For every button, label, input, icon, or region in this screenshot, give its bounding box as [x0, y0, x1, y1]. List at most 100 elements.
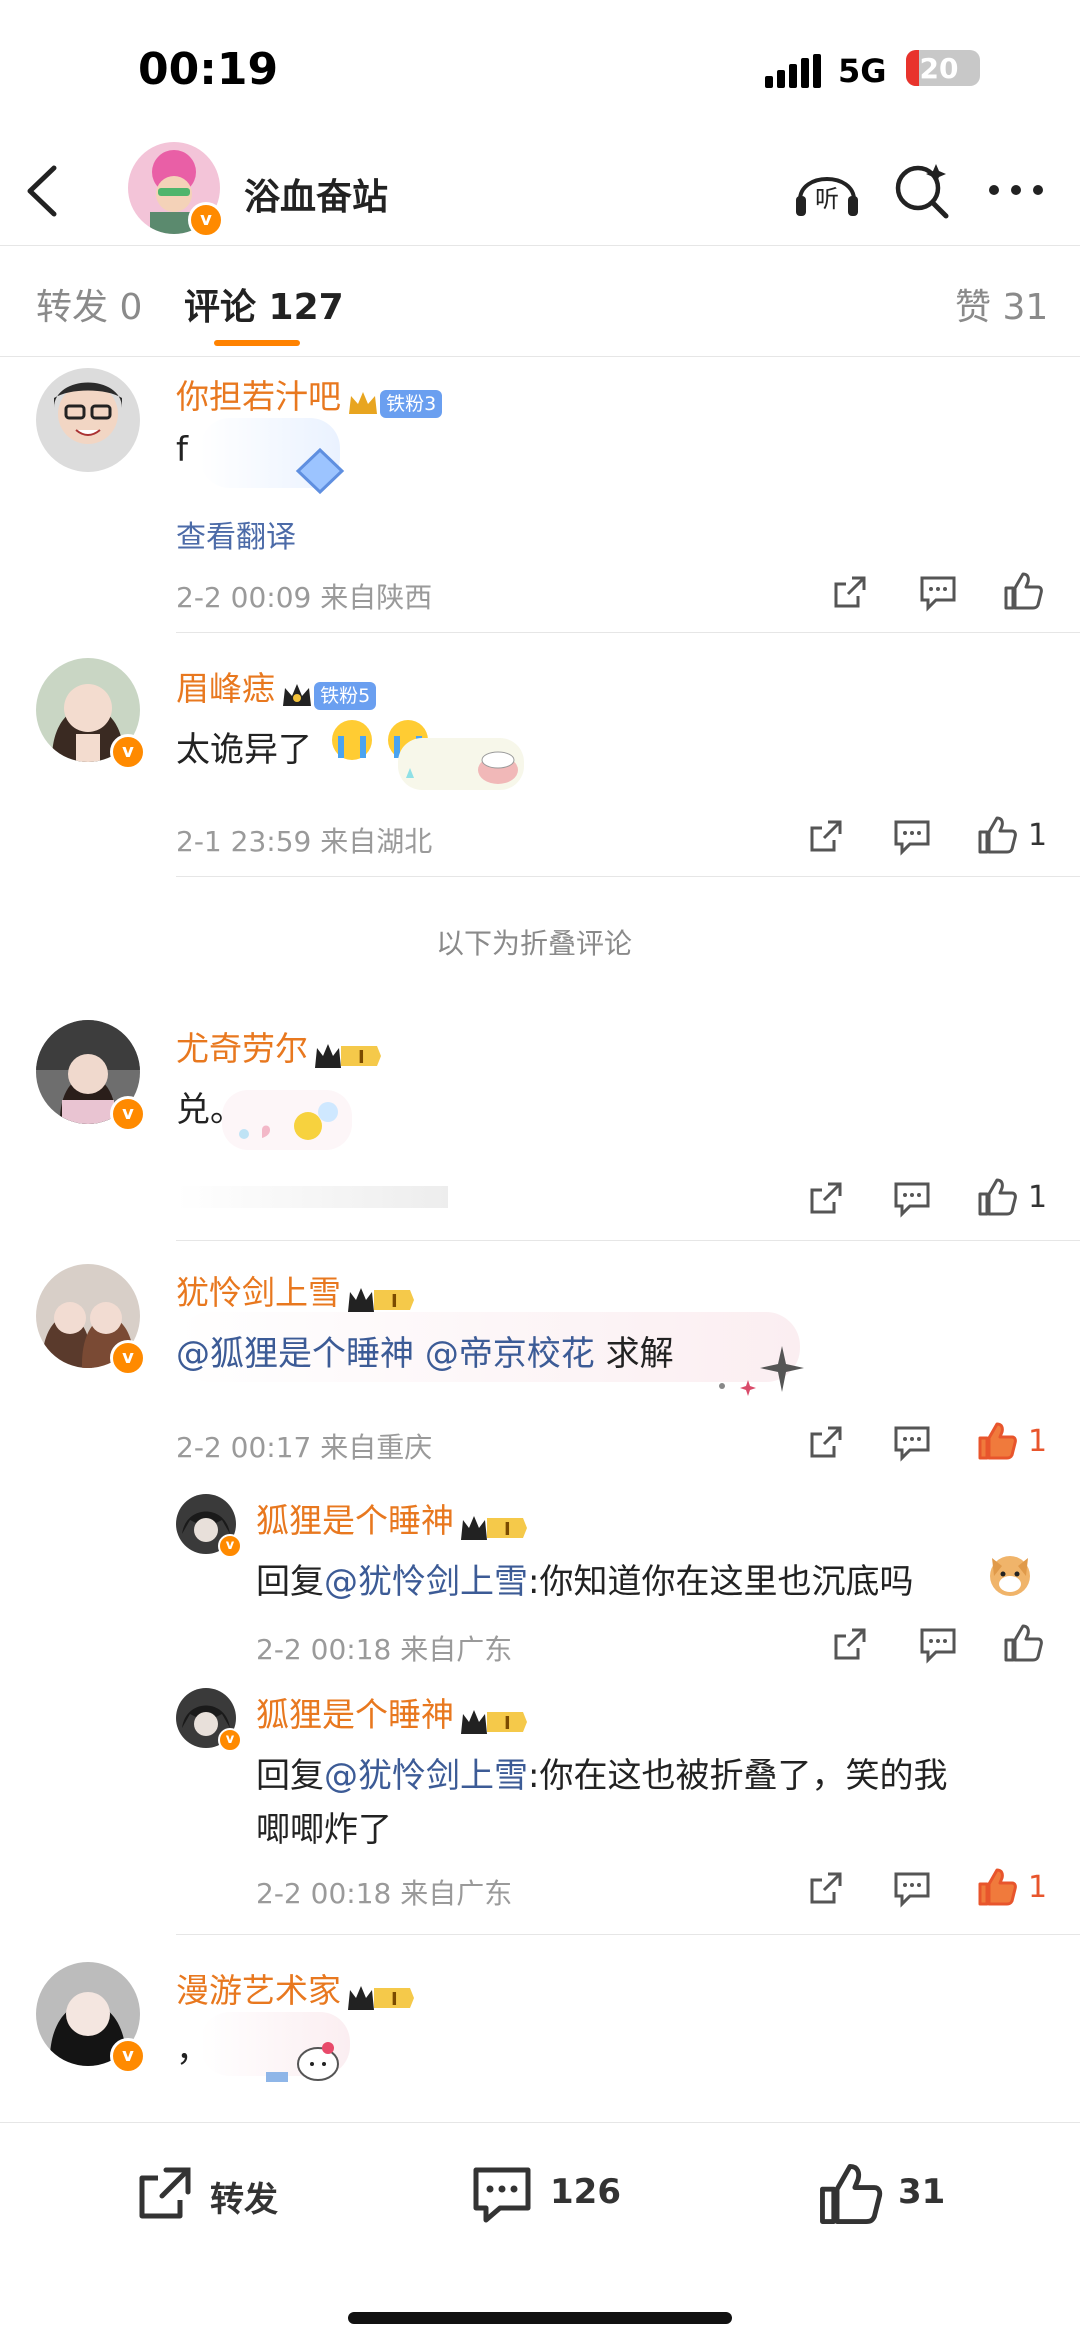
username[interactable]: 尤奇劳尔 [176, 1029, 308, 1068]
share-icon[interactable] [806, 1178, 846, 1218]
crown-level-badge-icon: I [461, 1515, 528, 1540]
reply-prefix: 回复 [256, 1756, 324, 1796]
svg-text:I: I [391, 1291, 398, 1312]
verified-badge-icon: v [188, 202, 224, 238]
username[interactable]: 狐狸是个睡神 [256, 1695, 454, 1734]
comment-text: ， [176, 2030, 210, 2070]
crown-level-badge-icon: I [348, 1985, 415, 2010]
reply-meta: 2-2 00:18 来自广东 [256, 1877, 513, 1910]
comment-header: 犹怜剑上雪 I [176, 1266, 416, 1316]
listen-icon[interactable]: 听 [792, 160, 862, 220]
back-arrow-icon[interactable] [22, 162, 62, 220]
bottom-bar-divider [0, 2122, 1080, 2123]
reply-header: 狐狸是个睡神 I [256, 1494, 529, 1544]
fan-badge: 铁粉5 [314, 681, 377, 710]
page-title: 浴血奋站 [244, 177, 389, 218]
like-icon[interactable] [1002, 570, 1044, 612]
reply-icon[interactable] [892, 1422, 932, 1462]
diamond-sticker-icon [295, 447, 345, 495]
reply-icon[interactable] [918, 572, 958, 612]
username[interactable]: 漫游艺术家 [176, 1971, 341, 2010]
reply-text: 回复@犹怜剑上雪:你知道你在这里也沉底吗 [256, 1554, 913, 1603]
like-count: 1 [1028, 1424, 1048, 1459]
comment-icon [473, 2167, 531, 2223]
hello-kitty-sticker-icon [266, 2042, 339, 2082]
tab-likes[interactable]: 赞 31 [955, 278, 1048, 330]
search-icon[interactable] [892, 160, 952, 220]
crown-icon [349, 391, 378, 414]
share-icon[interactable] [806, 1868, 846, 1908]
reply-text-line2: 唧唧炸了 [256, 1810, 392, 1850]
tab-repost[interactable]: 转发 0 [36, 278, 142, 330]
translate-link[interactable]: 查看翻译 [176, 512, 296, 556]
share-icon[interactable] [806, 816, 846, 856]
repost-icon [139, 2167, 191, 2219]
reply-text: 回复@犹怜剑上雪:你在这也被折叠了，笑的我 [256, 1748, 947, 1797]
svg-text:I: I [504, 1713, 511, 1734]
comment-header: 漫游艺术家 I [176, 1964, 416, 2014]
mention-link[interactable]: @犹怜剑上雪 [324, 1756, 528, 1796]
reply-icon[interactable] [892, 816, 932, 856]
reply-prefix: 回复 [256, 1562, 324, 1602]
verified-badge-icon: v [218, 1728, 242, 1752]
share-icon[interactable] [806, 1422, 846, 1462]
fan-badge: 铁粉3 [380, 389, 443, 418]
folded-comments-notice: 以下为折叠评论 [436, 927, 633, 960]
comment-text: 太诡异了 [176, 730, 312, 770]
verified-badge-icon: v [110, 1340, 146, 1376]
reply-icon[interactable] [892, 1868, 932, 1908]
home-indicator [348, 2312, 732, 2324]
comment-button[interactable]: 126 [464, 2156, 664, 2232]
username[interactable]: 眉峰痣 [176, 669, 275, 708]
signal-icon [765, 54, 821, 88]
comment-header: 眉峰痣 铁粉5 [176, 662, 377, 712]
comment-meta: 2-2 00:17 来自重庆 [176, 1431, 433, 1464]
crown-icon [283, 683, 312, 706]
share-icon[interactable] [830, 1624, 870, 1664]
crown-level-badge-icon: I [348, 1287, 415, 1312]
more-icon[interactable] [986, 178, 1046, 202]
username[interactable]: 狐狸是个睡神 [256, 1501, 454, 1540]
like-icon[interactable] [976, 814, 1018, 856]
username[interactable]: 你担若汁吧 [176, 377, 341, 416]
svg-text:I: I [504, 1519, 511, 1540]
crown-level-badge-icon: I [315, 1043, 382, 1068]
verified-badge-icon: v [110, 1096, 146, 1132]
like-count: 1 [1028, 1870, 1048, 1905]
like-icon[interactable] [1002, 1622, 1044, 1664]
like-active-icon[interactable] [976, 1420, 1018, 1462]
tabs-divider [0, 356, 1080, 357]
verified-badge-icon: v [110, 2038, 146, 2074]
username[interactable]: 犹怜剑上雪 [176, 1273, 341, 1312]
avatar[interactable] [36, 368, 140, 472]
dog-emoji-icon [990, 1556, 1030, 1596]
share-icon[interactable] [830, 572, 870, 612]
tab-comments[interactable]: 评论 127 [184, 278, 344, 330]
like-icon [820, 2164, 883, 2224]
comment-header: 你担若汁吧 铁粉3 [176, 370, 443, 420]
comment-text: f [176, 430, 188, 470]
tab-indicator [214, 340, 300, 346]
like-button[interactable]: 31 [812, 2156, 992, 2232]
crown-level-badge-icon: I [461, 1709, 528, 1734]
comment-text-tail: 求解 [605, 1334, 674, 1374]
mention-link[interactable]: @帝京校花 [425, 1334, 595, 1374]
reply-body: :你在这也被折叠了，笑的我 [528, 1756, 948, 1796]
like-active-icon[interactable] [976, 1866, 1018, 1908]
comment-text: @狐狸是个睡神 @帝京校花 求解 [176, 1326, 674, 1375]
reply-icon[interactable] [892, 1178, 932, 1218]
mention-link[interactable]: @狐狸是个睡神 [176, 1334, 414, 1374]
header-divider [0, 245, 1080, 246]
comment-meta: 2-2 00:09 来自陕西 [176, 581, 433, 614]
comment-divider [176, 632, 1080, 633]
duck-sticker-icon [222, 1090, 352, 1150]
mention-link[interactable]: @犹怜剑上雪 [324, 1562, 528, 1602]
repost-button[interactable]: 转发 [128, 2156, 358, 2232]
comment-divider [176, 1934, 1080, 1935]
svg-text:I: I [358, 1047, 365, 1068]
repost-label: 转发 [210, 2180, 278, 2220]
sparkle-sticker-icon [719, 1346, 804, 1396]
reply-icon[interactable] [918, 1624, 958, 1664]
like-icon[interactable] [976, 1176, 1018, 1218]
comment-meta-placeholder [176, 1186, 448, 1208]
